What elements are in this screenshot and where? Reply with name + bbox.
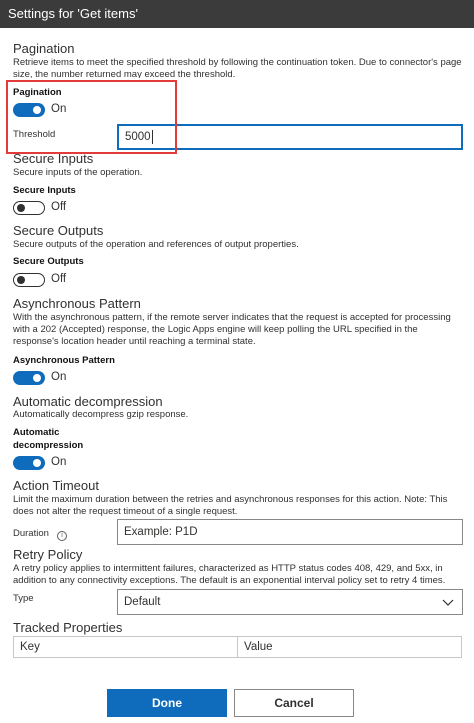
secure-outputs-heading: Secure Outputs [13, 223, 104, 238]
toggle-knob [17, 275, 25, 284]
decompression-description: Automatically decompress gzip response. [13, 409, 189, 420]
toggle-knob [33, 459, 41, 467]
async-description: With the asynchronous pattern, if the re… [13, 312, 451, 347]
tracked-properties-row: Key Value [13, 636, 462, 658]
decompression-toggle[interactable] [13, 456, 45, 470]
highlight-annotation-box [6, 80, 177, 154]
secure-outputs-toggle-state: Off [51, 273, 67, 285]
duration-input[interactable]: Example: P1D [117, 519, 463, 545]
tracked-value-input[interactable]: Value [237, 637, 461, 657]
toggle-knob [17, 203, 25, 212]
window-title: Settings for 'Get items' [0, 0, 474, 28]
secure-outputs-toggle[interactable] [13, 273, 45, 287]
async-toggle-label: Asynchronous Pattern [13, 355, 115, 366]
decompression-toggle-state: On [51, 456, 67, 468]
duration-label: Duration [13, 528, 49, 539]
retry-description: A retry policy applies to intermittent f… [13, 563, 446, 586]
tracked-heading: Tracked Properties [13, 620, 123, 635]
secure-outputs-toggle-label: Secure Outputs [13, 256, 84, 267]
secure-inputs-description: Secure inputs of the operation. [13, 167, 143, 178]
decompression-heading: Automatic decompression [13, 394, 163, 409]
timeout-heading: Action Timeout [13, 478, 99, 493]
info-icon[interactable]: i [57, 531, 67, 541]
retry-type-value: Default [124, 596, 161, 608]
async-heading: Asynchronous Pattern [13, 296, 141, 311]
secure-inputs-toggle-label: Secure Inputs [13, 185, 76, 196]
secure-outputs-description: Secure outputs of the operation and refe… [13, 239, 299, 250]
duration-placeholder: Example: P1D [124, 526, 198, 538]
cancel-button[interactable]: Cancel [234, 689, 354, 717]
decompression-toggle-label-line1: Automatic [13, 427, 60, 438]
secure-inputs-toggle-state: Off [51, 201, 67, 213]
secure-inputs-heading: Secure Inputs [13, 151, 94, 166]
retry-type-select[interactable]: Default [117, 589, 463, 615]
done-button[interactable]: Done [107, 689, 227, 717]
pagination-heading: Pagination [13, 41, 75, 56]
toggle-knob [33, 374, 41, 382]
retry-heading: Retry Policy [13, 547, 83, 562]
timeout-description: Limit the maximum duration between the r… [13, 494, 448, 517]
secure-inputs-toggle[interactable] [13, 201, 45, 215]
chevron-down-icon [442, 599, 454, 606]
async-toggle[interactable] [13, 371, 45, 385]
retry-type-label: Type [13, 593, 34, 604]
async-toggle-state: On [51, 371, 67, 383]
decompression-toggle-label-line2: decompression [13, 440, 84, 451]
pagination-description: Retrieve items to meet the specified thr… [13, 57, 462, 78]
tracked-key-input[interactable]: Key [14, 637, 237, 657]
